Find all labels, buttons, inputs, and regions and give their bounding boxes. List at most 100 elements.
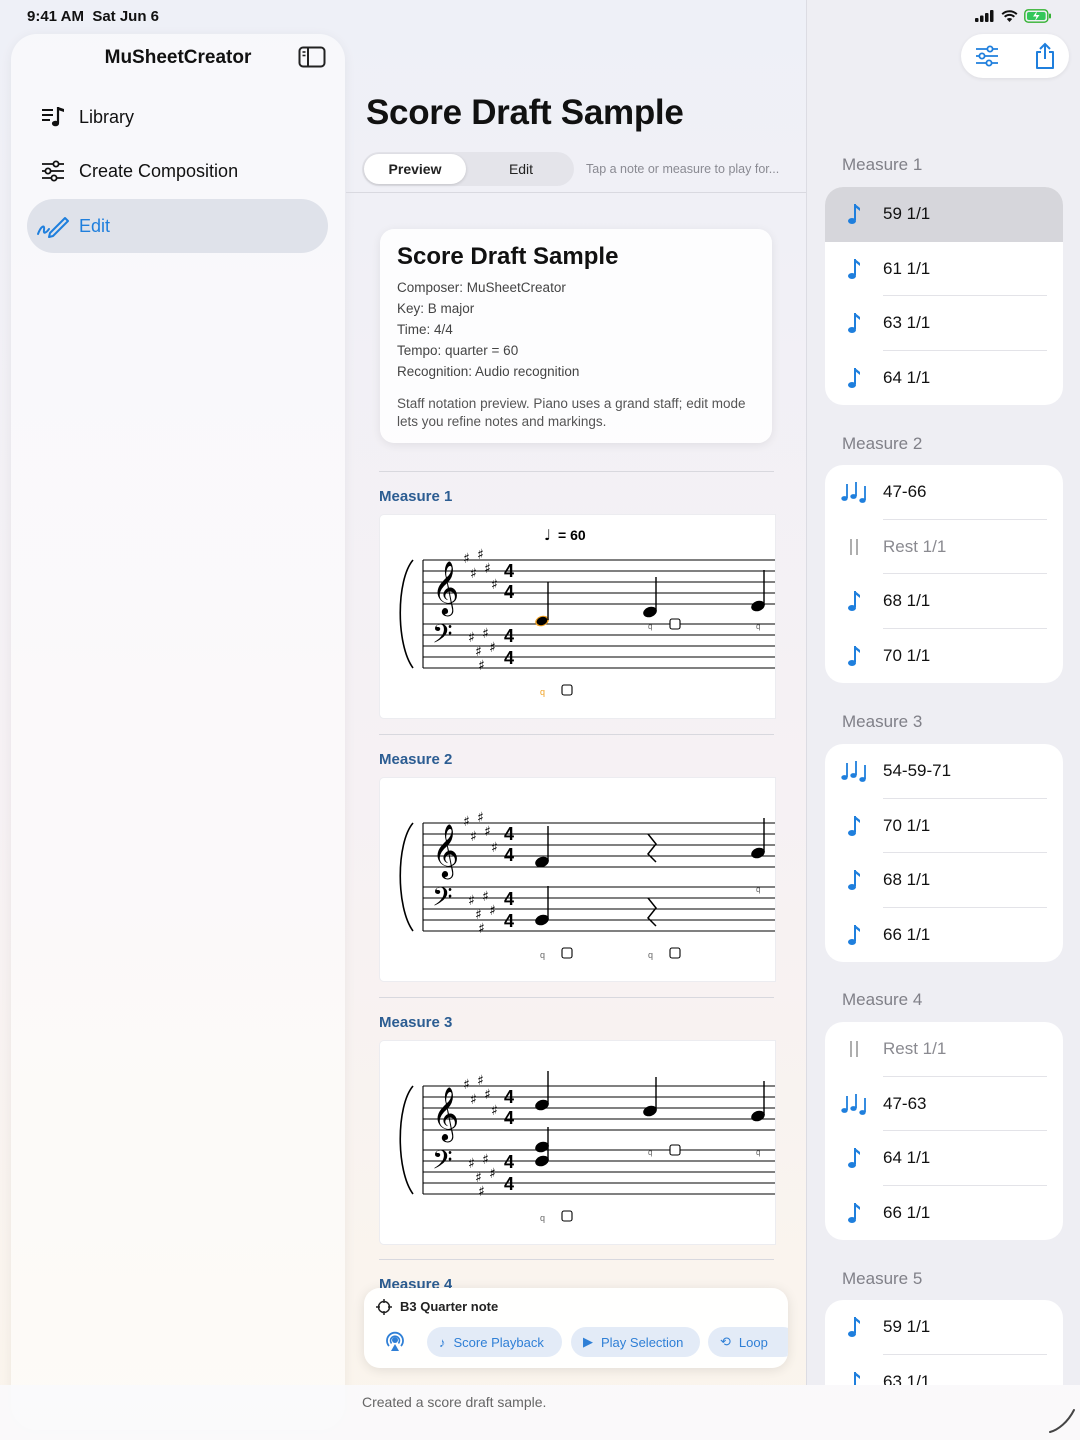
list-item[interactable]: 70 1/1 (825, 629, 1063, 684)
music-note-icon (825, 589, 883, 613)
sidebar-item-library[interactable]: Library (27, 90, 328, 144)
measure-section-label: Measure 1 (842, 155, 923, 174)
svg-text:♯: ♯ (463, 551, 470, 567)
rest-icon (825, 1039, 883, 1059)
svg-text:q: q (540, 687, 545, 697)
loop-button[interactable]: ⟲ Loop (708, 1327, 788, 1357)
scribble-handle-icon (1049, 1409, 1075, 1433)
sidebar-item-label: Edit (79, 215, 111, 236)
rest-symbol (646, 897, 657, 927)
list-item[interactable]: 68 1/1 (825, 853, 1063, 908)
treble-clef-icon: 𝄞 (432, 823, 459, 879)
staff-measure-3[interactable]: 𝄞 𝄢 ♯ ♯ ♯ ♯ ♯ ♯ ♯ ♯ ♯ ♯ 4 4 4 4 q q q (380, 1041, 775, 1244)
music-note-icon: ♪ (439, 1334, 446, 1350)
svg-text:♯: ♯ (491, 840, 498, 856)
music-note-icon (825, 868, 883, 892)
svg-text:♯: ♯ (477, 1073, 484, 1089)
bass-clef-icon: 𝄢 (432, 881, 453, 919)
music-note-icon (825, 1315, 883, 1339)
svg-text:4: 4 (504, 1108, 514, 1128)
svg-text:♯: ♯ (489, 1166, 496, 1182)
list-item[interactable]: 47-66 (825, 465, 1063, 520)
svg-text:♯: ♯ (484, 561, 491, 577)
svg-text:q: q (756, 622, 760, 631)
svg-text:q: q (648, 1148, 652, 1157)
quarter-note-icon: ♩ (544, 526, 551, 544)
preview-note-text: Staff notation preview. Piano uses a gra… (397, 396, 746, 429)
bass-clef-icon: 𝄢 (432, 618, 453, 656)
share-button[interactable] (1033, 42, 1057, 75)
svg-text:q: q (648, 950, 653, 960)
staff-measure-1[interactable]: 𝄞 𝄢 ♯ ♯ ♯ ♯ ♯ ♯ ♯ ♯ ♯ ♯ 4 4 4 4 ♩ = 60 q q q (380, 515, 775, 718)
bass-clef-icon: 𝄢 (432, 1144, 453, 1182)
section-divider (379, 734, 774, 735)
list-item[interactable]: 63 1/1 (825, 296, 1063, 351)
battery-charging-icon (1024, 9, 1051, 23)
segment-edit[interactable]: Edit (470, 154, 572, 184)
settings-sliders-button[interactable] (974, 44, 1000, 73)
time-signature-bottom: 4 (504, 648, 514, 668)
airplay-audio-icon[interactable] (384, 1331, 406, 1353)
status-time: 9:41 AM (27, 8, 84, 25)
music-note-icon (825, 814, 883, 838)
time-signature-top: 4 (504, 626, 514, 646)
section-divider (379, 1259, 774, 1260)
score-info-title: Score Draft Sample (397, 243, 619, 270)
section-divider (379, 471, 774, 472)
list-item[interactable]: 64 1/1 (825, 1131, 1063, 1186)
treble-clef-icon: 𝄞 (432, 560, 459, 616)
list-item[interactable]: Rest 1/1 (825, 520, 1063, 574)
score-playback-button[interactable]: ♪ Score Playback (427, 1327, 562, 1357)
sliders-icon (976, 45, 998, 67)
svg-text:q: q (540, 1213, 545, 1223)
app-title: MuSheetCreator (104, 47, 252, 68)
list-item[interactable]: 47-63 (825, 1077, 1063, 1131)
measure-5-list: 59 1/1 63 1/1 (825, 1300, 1063, 1385)
measure-section-label: Measure 2 (842, 434, 923, 453)
list-item[interactable]: 54-59-71 (825, 744, 1063, 799)
music-list-icon (27, 105, 79, 129)
sidebar-item-edit[interactable]: Edit (27, 199, 328, 253)
score-info-card: Score Draft Sample Composer: MuSheetCrea… (380, 229, 772, 443)
time-signature-bottom: 4 (504, 582, 514, 602)
list-item[interactable]: 63 1/1 (825, 1355, 1063, 1385)
segment-preview[interactable]: Preview (364, 154, 466, 184)
list-item[interactable]: 59 1/1 (825, 1300, 1063, 1355)
rest-icon (825, 537, 883, 557)
list-item[interactable]: Rest 1/1 (825, 1022, 1063, 1077)
play-selection-button[interactable]: ▶ Play Selection (571, 1327, 700, 1357)
list-item[interactable]: 70 1/1 (825, 799, 1063, 853)
svg-text:♯: ♯ (468, 630, 475, 646)
svg-text:♯: ♯ (491, 1103, 498, 1119)
hint-text: Tap a note or measure to play for... (586, 162, 780, 176)
sidebar-item-create-composition[interactable]: Create Composition (27, 144, 328, 198)
svg-text:4: 4 (504, 824, 514, 844)
list-item[interactable]: 66 1/1 (825, 908, 1063, 963)
treble-clef-icon: 𝄞 (432, 1086, 459, 1142)
rest-symbol (646, 833, 657, 863)
sidebar-toggle-button[interactable] (298, 46, 326, 73)
list-item[interactable]: 61 1/1 (825, 242, 1063, 296)
measure-section-label: Measure 5 (842, 1269, 923, 1288)
list-item[interactable]: 59 1/1 (825, 187, 1063, 242)
sidebar-item-label: Create Composition (79, 160, 239, 181)
list-item[interactable]: 68 1/1 (825, 574, 1063, 629)
playback-panel: B3 Quarter note ♪ Score Playback ▶ Play … (364, 1288, 788, 1368)
pencil-scribble-icon (27, 214, 79, 238)
staff-measure-2[interactable]: 𝄞 𝄢 ♯ ♯ ♯ ♯ ♯ ♯ ♯ ♯ ♯ ♯ 4 4 4 4 q q q (380, 778, 775, 981)
list-item[interactable]: 66 1/1 (825, 1186, 1063, 1241)
music-note-icon (825, 311, 883, 335)
toolbar-pill (961, 34, 1069, 78)
svg-text:q: q (540, 950, 545, 960)
tempo-mark: = 60 (558, 527, 586, 543)
sliders-icon (27, 160, 79, 182)
mode-segmented-control: Preview Edit (362, 152, 574, 186)
list-item[interactable]: 64 1/1 (825, 351, 1063, 406)
key-text: Key: B major (397, 301, 475, 316)
svg-text:q: q (756, 885, 760, 894)
svg-text:♯: ♯ (477, 547, 484, 563)
svg-text:4: 4 (504, 889, 514, 909)
selected-note-label: B3 Quarter note (400, 1299, 499, 1314)
svg-text:♯: ♯ (489, 903, 496, 919)
cellular-signal-icon (975, 10, 994, 22)
